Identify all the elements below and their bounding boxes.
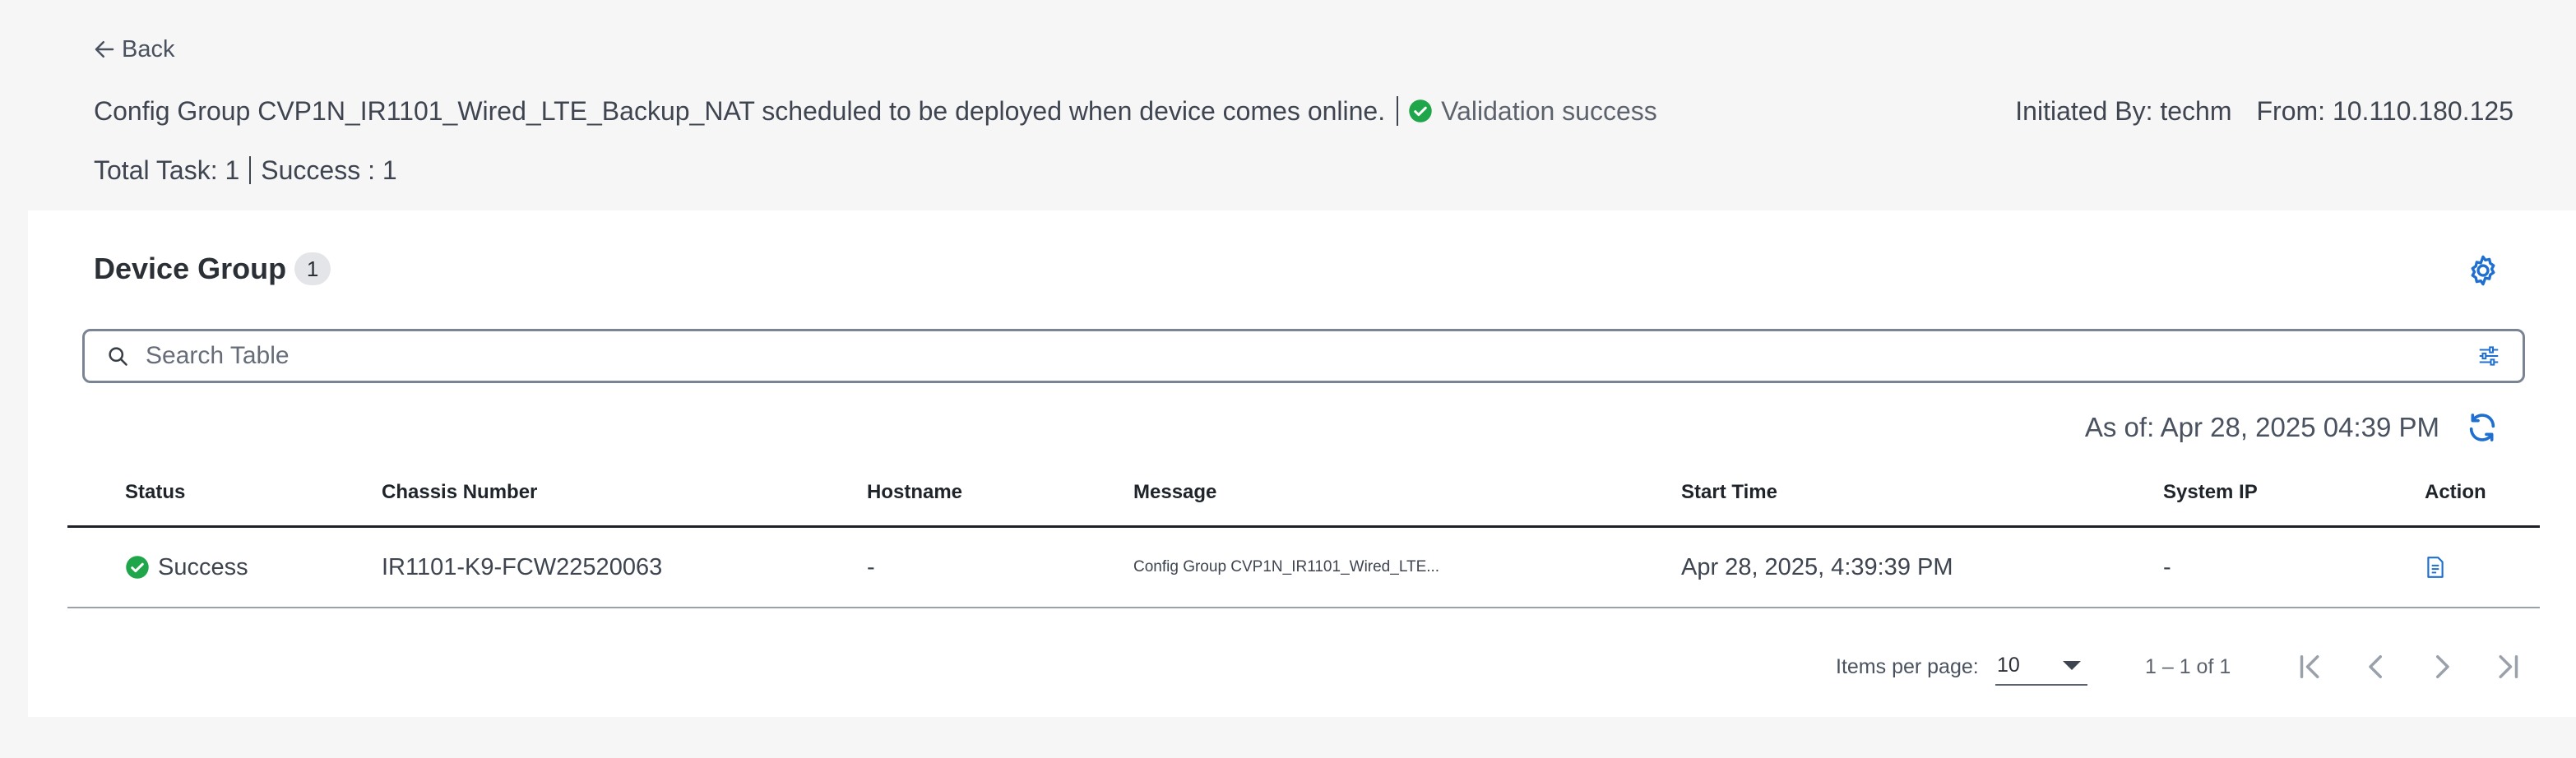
last-page-icon[interactable] — [2490, 649, 2525, 684]
column-system-ip[interactable]: System IP — [2163, 457, 2258, 528]
validation-label: Validation success — [1441, 95, 1657, 126]
items-per-page-value: 10 — [1997, 653, 2020, 677]
initiator-info: Initiated By: techm From: 10.110.180.125 — [2015, 90, 2513, 132]
as-of-timestamp: As of: Apr 28, 2025 04:39 PM — [2084, 412, 2439, 442]
gear-icon[interactable] — [2466, 253, 2500, 288]
items-per-page-label: Items per page: — [1836, 654, 1979, 678]
status-label: Success — [158, 553, 248, 580]
pagination: Items per page: 10 1 – 1 of 1 — [28, 638, 2576, 696]
back-link[interactable]: Back — [92, 31, 174, 67]
deployment-status: Config Group CVP1N_IR1101_Wired_LTE_Back… — [94, 90, 1657, 132]
card-title: Device Group — [94, 252, 287, 285]
task-summary: Total Task: 1 Success : 1 — [94, 150, 397, 191]
check-circle-icon — [1409, 99, 1432, 122]
cell-action — [2425, 528, 2446, 607]
initiated-by: Initiated By: techm — [2015, 95, 2232, 126]
column-action: Action — [2425, 481, 2486, 503]
column-message[interactable]: Message — [1133, 457, 1216, 528]
previous-page-icon[interactable] — [2359, 649, 2393, 684]
card-header: Device Group 1 — [94, 248, 331, 289]
success-count: Success : 1 — [261, 155, 397, 185]
items-per-page-select[interactable]: 10 — [1995, 646, 2087, 686]
cell-status: Success — [125, 528, 248, 607]
table-row: Success IR1101-K9-FCW22520063 - Config G… — [67, 528, 2540, 608]
cell-message: Config Group CVP1N_IR1101_Wired_LTE... — [1133, 558, 1440, 575]
search-table — [82, 329, 2525, 383]
refresh-icon[interactable] — [2466, 411, 2499, 444]
source-ip: From: 10.110.180.125 — [2256, 95, 2514, 126]
back-label: Back — [122, 35, 175, 62]
divider — [249, 156, 252, 184]
device-group-card: Device Group 1 As of: Apr 28, 2025 04:39… — [28, 210, 2576, 717]
page-range: 1 – 1 of 1 — [2145, 654, 2231, 678]
caret-down-icon — [2063, 660, 2081, 670]
column-status[interactable]: Status — [125, 457, 185, 528]
cell-hostname: - — [867, 553, 875, 580]
deployment-message: Config Group CVP1N_IR1101_Wired_LTE_Back… — [94, 95, 1386, 126]
column-hostname[interactable]: Hostname — [867, 457, 962, 528]
header-area: Back Config Group CVP1N_IR1101_Wired_LTE… — [0, 0, 2576, 210]
filter-sliders-icon[interactable] — [2476, 344, 2501, 368]
divider — [1397, 96, 1399, 126]
view-log-icon[interactable] — [2425, 556, 2446, 579]
cell-chassis-number: IR1101-K9-FCW22520063 — [382, 553, 663, 580]
device-table: Status Chassis Number Hostname Message S… — [67, 457, 2540, 608]
cell-start-time: Apr 28, 2025, 4:39:39 PM — [1681, 553, 1953, 580]
search-icon — [109, 347, 127, 366]
validation-status: Validation success — [1408, 96, 1657, 127]
first-page-icon[interactable] — [2293, 649, 2328, 684]
column-start-time[interactable]: Start Time — [1681, 457, 1777, 528]
arrow-left-icon — [95, 41, 114, 58]
cell-system-ip: - — [2163, 553, 2171, 580]
total-task: Total Task: 1 — [94, 155, 240, 185]
column-chassis-number[interactable]: Chassis Number — [382, 457, 537, 528]
next-page-icon[interactable] — [2425, 649, 2459, 684]
search-input[interactable] — [146, 342, 2476, 370]
count-badge: 1 — [294, 252, 331, 285]
table-header: Status Chassis Number Hostname Message S… — [67, 457, 2540, 528]
check-circle-icon — [126, 556, 149, 579]
